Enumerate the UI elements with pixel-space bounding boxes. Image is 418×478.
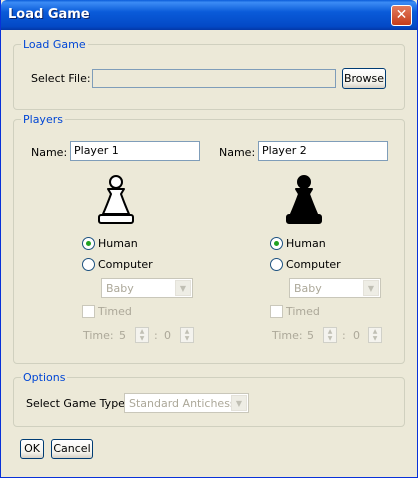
spinner-up-icon[interactable]: ▲ xyxy=(136,328,148,335)
player2-difficulty-value: Baby xyxy=(294,282,322,295)
player2-time-label: Time: xyxy=(272,329,303,342)
player2-seconds-spinner[interactable]: ▲ ▼ xyxy=(368,327,382,343)
player1-time-separator: : xyxy=(154,329,158,342)
player1-time-label: Time: xyxy=(83,329,114,342)
file-path-field[interactable] xyxy=(92,69,336,88)
player1-seconds-value[interactable]: 0 xyxy=(164,329,171,342)
chevron-down-icon[interactable]: ▼ xyxy=(175,280,191,296)
load-game-legend: Load Game xyxy=(21,38,88,51)
game-type-label: Select Game Type: xyxy=(26,397,129,410)
spinner-down-icon[interactable]: ▼ xyxy=(181,335,193,342)
player2-computer-radio[interactable] xyxy=(270,258,283,271)
player2-minutes-spinner[interactable]: ▲ ▼ xyxy=(323,327,337,343)
player2-timed-label: Timed xyxy=(286,305,320,318)
close-button[interactable]: ✕ xyxy=(391,5,412,26)
player2-minutes-value[interactable]: 5 xyxy=(307,329,314,342)
player1-computer-radio[interactable] xyxy=(82,258,95,271)
white-pawn-icon xyxy=(98,175,134,224)
player1-name-label: Name: xyxy=(31,146,68,159)
spinner-down-icon[interactable]: ▼ xyxy=(324,335,336,342)
player2-human-label: Human xyxy=(286,237,326,250)
black-pawn-icon xyxy=(286,175,322,224)
ok-button[interactable]: OK xyxy=(20,439,44,459)
player2-name-field[interactable]: Player 2 xyxy=(258,141,388,161)
spinner-up-icon[interactable]: ▲ xyxy=(324,328,336,335)
select-file-label: Select File: xyxy=(31,72,91,85)
player1-timed-checkbox[interactable] xyxy=(82,305,95,318)
player2-time-separator: : xyxy=(342,329,346,342)
chevron-down-icon[interactable]: ▼ xyxy=(231,395,247,411)
player2-difficulty-select[interactable]: Baby ▼ xyxy=(289,278,381,298)
load-game-dialog: Load Game ✕ Load Game Select File: Brows… xyxy=(0,0,418,478)
player1-computer-label: Computer xyxy=(98,258,153,271)
game-type-select[interactable]: Standard Antichess ▼ xyxy=(124,393,249,413)
player2-computer-label: Computer xyxy=(286,258,341,271)
game-type-value: Standard Antichess xyxy=(129,397,236,410)
player2-human-radio[interactable] xyxy=(270,237,283,250)
player1-minutes-spinner[interactable]: ▲ ▼ xyxy=(135,327,149,343)
spinner-down-icon[interactable]: ▼ xyxy=(136,335,148,342)
players-legend: Players xyxy=(21,113,65,126)
player1-name-field[interactable]: Player 1 xyxy=(70,141,200,161)
options-legend: Options xyxy=(21,371,68,384)
window-title: Load Game xyxy=(8,7,90,22)
player1-timed-label: Timed xyxy=(98,305,132,318)
cancel-button[interactable]: Cancel xyxy=(51,439,93,459)
chevron-down-icon[interactable]: ▼ xyxy=(363,280,379,296)
browse-button[interactable]: Browse xyxy=(342,68,386,89)
spinner-up-icon[interactable]: ▲ xyxy=(181,328,193,335)
player1-human-label: Human xyxy=(98,237,138,250)
player1-difficulty-value: Baby xyxy=(106,282,134,295)
title-bar[interactable]: Load Game ✕ xyxy=(1,0,417,30)
player2-timed-checkbox[interactable] xyxy=(270,305,283,318)
player2-name-label: Name: xyxy=(219,146,256,159)
player1-minutes-value[interactable]: 5 xyxy=(119,329,126,342)
player1-difficulty-select[interactable]: Baby ▼ xyxy=(101,278,193,298)
player1-human-radio[interactable] xyxy=(82,237,95,250)
player2-seconds-value[interactable]: 0 xyxy=(353,329,360,342)
spinner-down-icon[interactable]: ▼ xyxy=(369,335,381,342)
player1-seconds-spinner[interactable]: ▲ ▼ xyxy=(180,327,194,343)
spinner-up-icon[interactable]: ▲ xyxy=(369,328,381,335)
